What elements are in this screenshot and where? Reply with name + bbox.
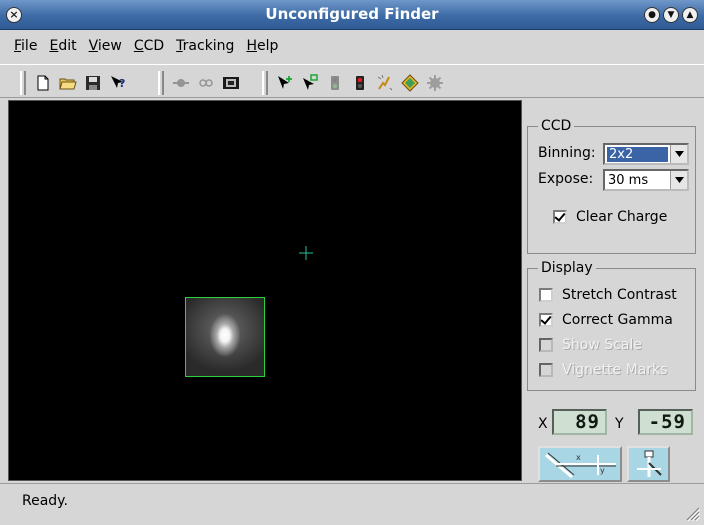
calibrate-button[interactable]: x y [538,446,622,482]
checkbox-box[interactable] [553,210,567,224]
chevron-down-icon[interactable] [670,145,687,163]
toolbar-file-group: ? [20,70,132,96]
ccd-group: CCD Binning: 2x2 Expose: 30 ms Clear Cha… [527,118,696,254]
stop-capture-icon[interactable] [220,72,242,94]
toolbar-tracking-group [262,70,449,96]
toolbar-grip[interactable] [20,71,26,95]
svg-text:?: ? [119,77,125,90]
window-title: Unconfigured Finder [265,5,439,23]
new-file-icon[interactable] [32,72,54,94]
select-box-icon[interactable] [299,72,321,94]
single-capture-icon[interactable] [170,72,192,94]
whats-this-icon[interactable]: ? [107,72,129,94]
menu-view[interactable]: View [83,38,128,54]
checkbox-box[interactable] [539,313,553,327]
vignette-marks-checkbox: Vignette Marks [539,362,667,378]
save-icon[interactable] [82,72,104,94]
diamond-icon[interactable] [399,72,421,94]
guide-scope-button[interactable] [627,446,670,482]
select-green-icon[interactable] [274,72,296,94]
menu-help[interactable]: Help [240,38,284,54]
ccd-image-view[interactable] [8,100,522,481]
x-readout: 89 [552,409,607,435]
menu-ccd[interactable]: CCD [128,38,170,54]
correct-gamma-label: Correct Gamma [562,312,673,328]
clear-charge-checkbox[interactable]: Clear Charge [553,209,667,225]
open-folder-icon[interactable] [57,72,79,94]
toolbar-grip[interactable] [158,71,164,95]
menu-bar: File Edit View CCD Tracking Help [0,32,704,60]
window-maximize-icon[interactable]: ▲ [682,7,698,23]
resize-grip-icon[interactable] [684,505,700,521]
stretch-contrast-checkbox[interactable]: Stretch Contrast [539,287,677,303]
vignette-marks-label: Vignette Marks [562,362,668,378]
status-bar: Ready. [0,483,704,525]
telescope-icon [636,450,662,477]
guide-star-box[interactable] [185,297,265,377]
window-minimize-icon[interactable]: ▼ [663,7,679,23]
window-shade-icon[interactable]: ● [644,7,660,23]
target-crosshair [299,246,313,260]
expose-value: 30 ms [608,172,649,188]
status-text: Ready. [22,493,68,509]
expose-select[interactable]: 30 ms [603,169,689,191]
flash-icon[interactable] [374,72,396,94]
svg-text:x: x [576,453,581,462]
menu-edit[interactable]: Edit [43,38,82,54]
show-scale-checkbox: Show Scale [539,337,642,353]
stretch-contrast-label: Stretch Contrast [562,287,677,303]
clear-charge-label: Clear Charge [576,209,668,225]
toolbar-grip[interactable] [262,71,268,95]
checkbox-box[interactable] [539,288,553,302]
expose-label: Expose: [538,171,594,187]
binning-select[interactable]: 2x2 [603,143,689,165]
display-group-title: Display [538,260,596,276]
y-label: Y [615,416,624,432]
ccd-group-title: CCD [538,118,575,134]
title-bar: × Unconfigured Finder ● ▼ ▲ [0,0,704,30]
continuous-capture-icon[interactable] [195,72,217,94]
checkbox-box [539,338,553,352]
toolbar-capture-group [158,70,245,96]
green-light-icon[interactable] [324,72,346,94]
red-light-icon[interactable] [349,72,371,94]
correct-gamma-checkbox[interactable]: Correct Gamma [539,312,673,328]
svg-text:y: y [600,466,605,475]
display-group: Display Stretch Contrast Correct Gamma S… [527,260,696,391]
chevron-down-icon[interactable] [670,171,687,189]
show-scale-label: Show Scale [562,337,642,353]
checkbox-box [539,363,553,377]
x-label: X [538,416,548,432]
menu-file[interactable]: File [8,38,43,54]
binning-value: 2x2 [607,146,668,162]
toolbar: ? [0,64,704,98]
binning-label: Binning: [538,145,596,161]
calibrate-icon: x y [545,452,616,479]
menu-tracking[interactable]: Tracking [170,38,240,54]
gear-icon[interactable] [424,72,446,94]
y-readout: -59 [638,409,693,435]
